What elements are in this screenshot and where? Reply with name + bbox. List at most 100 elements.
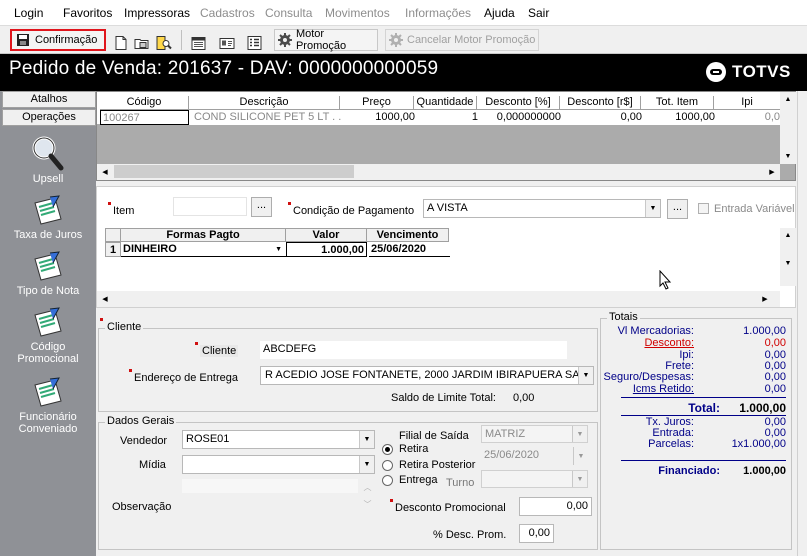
filial-saida-select[interactable]: MATRIZ ▼ [481, 425, 588, 443]
scroll-thumb[interactable] [114, 165, 354, 178]
observacao-input[interactable] [182, 479, 358, 493]
financiado-label: Financiado: [658, 465, 720, 477]
sidebar-item-upsell[interactable]: Upsell [0, 135, 96, 185]
sidebar-item-taxa-de-juros[interactable]: Taxa de Juros [0, 195, 96, 241]
col-ipi[interactable]: Ipi [714, 96, 780, 110]
col-valor[interactable]: Valor [286, 228, 367, 242]
forma-pagto-select[interactable]: DINHEIRO ▼ [121, 242, 286, 257]
chevron-down-icon[interactable]: ▼ [645, 200, 660, 217]
menu-consulta[interactable]: Consulta [265, 6, 312, 20]
scroll-up-icon[interactable]: ︿ [360, 479, 375, 496]
entrada-variavel-checkbox[interactable] [698, 203, 709, 214]
scroll-down-icon[interactable]: ▼ [780, 256, 796, 271]
chevron-down-icon[interactable]: ▼ [275, 243, 282, 256]
payment-row[interactable]: 1 DINHEIRO ▼ 1.000,00 25/06/2020 [105, 242, 450, 259]
menu-movimentos[interactable]: Movimentos [325, 6, 390, 20]
motor-promocao-button[interactable]: Motor Promoção [274, 28, 378, 52]
turno-select[interactable]: ▼ [481, 470, 588, 488]
cancelar-motor-promocao-button[interactable]: Cancelar Motor Promoção [385, 29, 539, 51]
col-quantidade[interactable]: Quantidade [414, 96, 477, 110]
payment-due-cell[interactable]: 25/06/2020 [369, 242, 450, 257]
sidebar-item-funcionario-conveniado[interactable]: Funcionário Conveniado [0, 377, 96, 435]
scroll-down-icon[interactable]: ﹀ [360, 496, 375, 513]
title-bar: Pedido de Venda: 201637 - DAV: 000000000… [0, 54, 807, 91]
menu-sair[interactable]: Sair [528, 6, 549, 20]
menu-impressoras[interactable]: Impressoras [124, 6, 190, 20]
new-document-icon[interactable] [114, 32, 128, 54]
col-formas-pagto[interactable]: Formas Pagto [121, 228, 286, 242]
payment-horizontal-scrollbar[interactable]: ◀ ▶ [97, 291, 780, 307]
items-grid[interactable]: Código Descrição Preço Quantidade Descon… [96, 91, 796, 181]
cell-desconto-pct[interactable]: 0,000000000 [480, 110, 561, 125]
open-folder-icon[interactable] [134, 32, 150, 54]
data-select[interactable]: 25/06/2020 ▼ [481, 447, 588, 465]
icms-retido-link[interactable]: Icms Retido: [633, 383, 694, 395]
payment-vertical-scrollbar[interactable]: ▲ ▼ [780, 228, 796, 286]
cell-desconto-rs[interactable]: 0,00 [563, 110, 642, 125]
condicao-pagamento-label: Condição de Pagamento [287, 202, 415, 217]
scroll-right-icon[interactable]: ▶ [757, 291, 773, 306]
observacao-scrollbar[interactable]: ︿ ﹀ [360, 479, 375, 519]
menu-cadastros[interactable]: Cadastros [200, 6, 255, 20]
id-card-icon[interactable] [219, 32, 235, 54]
tab-operacoes[interactable]: Operações [2, 109, 96, 126]
cell-quantidade[interactable]: 1 [417, 110, 478, 125]
items-horizontal-scrollbar[interactable]: ◀ ▶ [97, 164, 780, 180]
payment-value-cell[interactable]: 1.000,00 [286, 242, 367, 257]
cell-descricao[interactable]: COND SILICONE PET 5 LT . . [192, 110, 343, 125]
item-lookup-button[interactable]: ... [251, 197, 272, 217]
chevron-down-icon[interactable]: ▼ [572, 426, 587, 442]
items-vertical-scrollbar[interactable]: ▲ ▼ [780, 92, 796, 164]
menu-ajuda[interactable]: Ajuda [484, 6, 515, 20]
scroll-left-icon[interactable]: ◀ [97, 164, 113, 179]
midia-select[interactable]: ▼ [182, 455, 375, 474]
scroll-up-icon[interactable]: ▲ [780, 92, 796, 107]
sidebar-item-codigo-promocional[interactable]: Código Promocional [0, 307, 96, 365]
vendedor-select[interactable]: ROSE01 ▼ [182, 430, 375, 449]
condicao-pagamento-value: A VISTA [427, 202, 468, 214]
radio-retira[interactable] [382, 444, 393, 455]
chevron-down-icon[interactable]: ▼ [578, 367, 593, 384]
desconto-link[interactable]: Desconto: [644, 337, 694, 349]
table-row[interactable]: 100267 COND SILICONE PET 5 LT . . 1000,0… [100, 110, 780, 125]
confirmacao-button[interactable]: Confirmação [10, 29, 106, 51]
calendar-icon[interactable] [191, 32, 206, 54]
cell-ipi[interactable]: 0,0 [717, 110, 780, 125]
cell-codigo[interactable]: 100267 [100, 110, 189, 125]
condicao-lookup-button[interactable]: ... [667, 199, 688, 219]
col-desconto-pct[interactable]: Desconto [%] [477, 96, 560, 110]
scroll-left-icon[interactable]: ◀ [97, 291, 113, 306]
cell-preco[interactable]: 1000,00 [343, 110, 415, 125]
radio-retira-posterior-label: Retira Posterior [399, 459, 476, 471]
scroll-right-icon[interactable]: ▶ [764, 164, 780, 179]
scroll-up-icon[interactable]: ▲ [780, 228, 796, 243]
col-desconto-rs[interactable]: Desconto [r$] [560, 96, 641, 110]
col-preco[interactable]: Preço [340, 96, 414, 110]
chevron-down-icon[interactable]: ▼ [359, 431, 374, 448]
desc-prom-pct-input[interactable]: 0,00 [519, 524, 554, 543]
cell-tot-item[interactable]: 1000,00 [644, 110, 715, 125]
tab-atalhos[interactable]: Atalhos [2, 91, 96, 108]
scroll-down-icon[interactable]: ▼ [780, 149, 796, 164]
radio-entrega[interactable] [382, 475, 393, 486]
col-tot-item[interactable]: Tot. Item [641, 96, 714, 110]
col-descricao[interactable]: Descrição [189, 96, 340, 110]
chevron-down-icon[interactable]: ▼ [359, 456, 374, 473]
desconto-promocional-input[interactable]: 0,00 [519, 497, 592, 516]
menu-informacoes[interactable]: Informações [405, 6, 471, 20]
endereco-entrega-select[interactable]: R ACEDIO JOSE FONTANETE, 2000 JARDIM IBI… [260, 366, 594, 385]
item-input[interactable] [173, 197, 247, 216]
col-codigo[interactable]: Código [100, 96, 189, 110]
radio-retira-posterior[interactable] [382, 460, 393, 471]
chevron-down-icon[interactable]: ▼ [572, 471, 587, 487]
cliente-input[interactable]: ABCDEFG [260, 341, 567, 359]
menu-favoritos[interactable]: Favoritos [63, 6, 112, 20]
sidebar-item-tipo-de-nota[interactable]: Tipo de Nota [0, 251, 96, 297]
chevron-down-icon[interactable]: ▼ [573, 447, 588, 465]
menu-login[interactable]: Login [14, 6, 43, 20]
page-title: Pedido de Venda: 201637 - DAV: 000000000… [9, 58, 439, 79]
list-icon[interactable] [247, 32, 262, 54]
col-vencimento[interactable]: Vencimento [367, 228, 449, 242]
condicao-pagamento-select[interactable]: A VISTA ▼ [423, 199, 661, 218]
search-document-icon[interactable] [155, 32, 172, 54]
